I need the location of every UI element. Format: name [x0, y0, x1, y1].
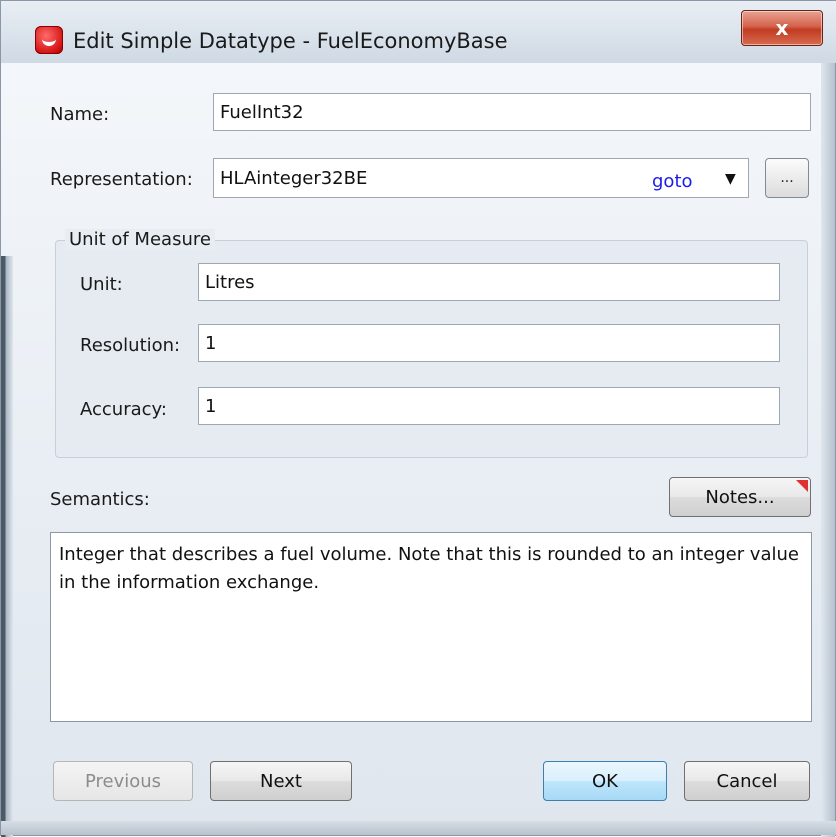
notes-button-label: Notes... [705, 486, 775, 508]
name-input[interactable]: FuelInt32 [213, 93, 811, 131]
ok-button[interactable]: OK [543, 761, 667, 801]
semantics-label: Semantics: [50, 489, 150, 510]
window-frame-bottom [1, 821, 836, 835]
notes-button[interactable]: Notes... [669, 477, 811, 517]
chevron-down-icon[interactable]: ▼ [725, 171, 736, 187]
unit-input[interactable]: Litres [198, 263, 780, 301]
ellipsis-icon: ... [780, 170, 794, 186]
representation-value: HLAinteger32BE [220, 167, 368, 189]
resolution-label: Resolution: [80, 335, 181, 356]
window-frame-right [821, 61, 835, 837]
unit-label: Unit: [80, 274, 123, 295]
accuracy-label: Accuracy: [80, 399, 167, 420]
edit-simple-datatype-dialog: Edit Simple Datatype - FuelEconomyBase x… [0, 0, 836, 837]
close-button[interactable]: x [741, 10, 823, 46]
browse-representation-button[interactable]: ... [765, 158, 809, 198]
next-button[interactable]: Next [210, 761, 352, 801]
goto-link[interactable]: goto [652, 171, 693, 192]
representation-label: Representation: [50, 169, 193, 190]
window-title: Edit Simple Datatype - FuelEconomyBase [73, 29, 508, 53]
title-bar[interactable]: Edit Simple Datatype - FuelEconomyBase x [1, 1, 836, 63]
close-icon: x [775, 16, 789, 40]
window-frame-left [1, 256, 13, 837]
resolution-input[interactable]: 1 [198, 324, 780, 362]
previous-button[interactable]: Previous [53, 761, 193, 801]
app-icon [35, 26, 63, 54]
name-label: Name: [50, 104, 110, 125]
red-corner-flag-icon [796, 480, 808, 492]
cancel-button[interactable]: Cancel [684, 761, 810, 801]
accuracy-input[interactable]: 1 [198, 387, 780, 425]
unit-of-measure-title: Unit of Measure [65, 229, 215, 250]
semantics-textarea[interactable]: Integer that describes a fuel volume. No… [50, 532, 812, 722]
